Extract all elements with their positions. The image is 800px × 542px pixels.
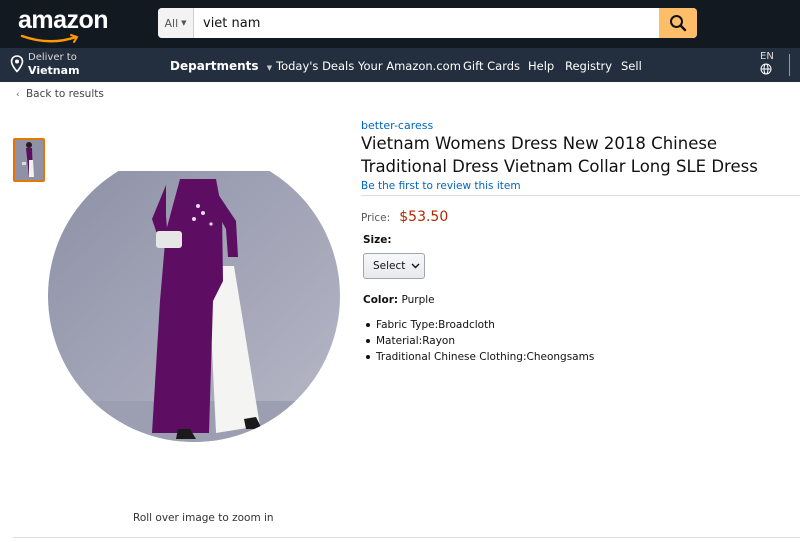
chevron-left-icon: ‹ (16, 90, 20, 100)
top-bar: amazon All ▼ (0, 0, 800, 48)
nav-link-todays-deals[interactable]: Today's Deals (276, 59, 354, 73)
globe-icon[interactable] (760, 63, 772, 75)
search-department-label: All (164, 16, 179, 30)
feature-item: Traditional Chinese Clothing:Cheongsams (365, 351, 595, 363)
write-review-link[interactable]: Be the first to review this item (361, 180, 521, 192)
product-thumbnail[interactable] (13, 138, 45, 182)
feature-item: Material:Rayon (365, 333, 594, 349)
search-department-dropdown[interactable]: All ▼ (158, 8, 194, 38)
feature-bullets: Fabric Type:Broadcloth Material:Rayon Tr… (365, 317, 595, 365)
nav-link-registry[interactable]: Registry (565, 59, 612, 73)
nav-link-your-amazon[interactable]: Your Amazon.com (358, 59, 461, 73)
search-button[interactable] (659, 8, 697, 38)
dress-thumbnail-image (15, 140, 43, 180)
deliver-country: Vietnam (28, 64, 80, 77)
title-divider (361, 195, 800, 196)
caret-down-icon: ▼ (266, 64, 273, 72)
search-icon (670, 15, 687, 32)
bottom-divider (13, 537, 800, 538)
size-dropdown[interactable]: Select (363, 253, 425, 279)
back-to-results-link[interactable]: ‹ Back to results (16, 88, 104, 100)
deliver-to-label: Deliver to (28, 52, 77, 63)
nav-divider (789, 54, 790, 76)
caret-down-icon: ▼ (181, 19, 187, 27)
size-label: Size: (363, 234, 392, 246)
smile-arrow-icon (20, 34, 79, 43)
nav-bar: Deliver to Vietnam Departments ▼ Today's… (0, 48, 800, 82)
price-value: $53.50 (399, 209, 449, 225)
search-input[interactable] (195, 8, 657, 38)
location-pin-icon (10, 55, 24, 73)
color-value: Purple (401, 294, 435, 306)
back-to-results-label: Back to results (25, 88, 104, 100)
size-dropdown-value: Select (373, 260, 406, 272)
feature-item: Fabric Type:Broadcloth (365, 317, 594, 333)
product-title: Vietnam Womens Dress New 2018 Chinese Tr… (361, 134, 758, 176)
color-label: Color: (363, 294, 399, 306)
amazon-logo[interactable]: amazon (18, 6, 109, 35)
nav-link-sell[interactable]: Sell (621, 59, 642, 73)
price-label: Price: (361, 212, 391, 224)
language-selector[interactable]: EN (760, 51, 774, 62)
nav-link-gift-cards[interactable]: Gift Cards (463, 59, 520, 73)
product-main-image[interactable] (48, 171, 340, 445)
color-row: Color: Purple (363, 294, 435, 306)
price-row: Price: $53.50 (361, 206, 448, 225)
departments-menu[interactable]: Departments ▼ (170, 59, 272, 73)
nav-link-help[interactable]: Help (528, 59, 554, 73)
search-bar: All ▼ (158, 8, 697, 38)
brand-link[interactable]: better-caress (361, 119, 433, 132)
chevron-down-icon (411, 263, 420, 269)
zoom-hint-text: Roll over image to zoom in (133, 512, 274, 524)
departments-label: Departments (170, 59, 259, 73)
